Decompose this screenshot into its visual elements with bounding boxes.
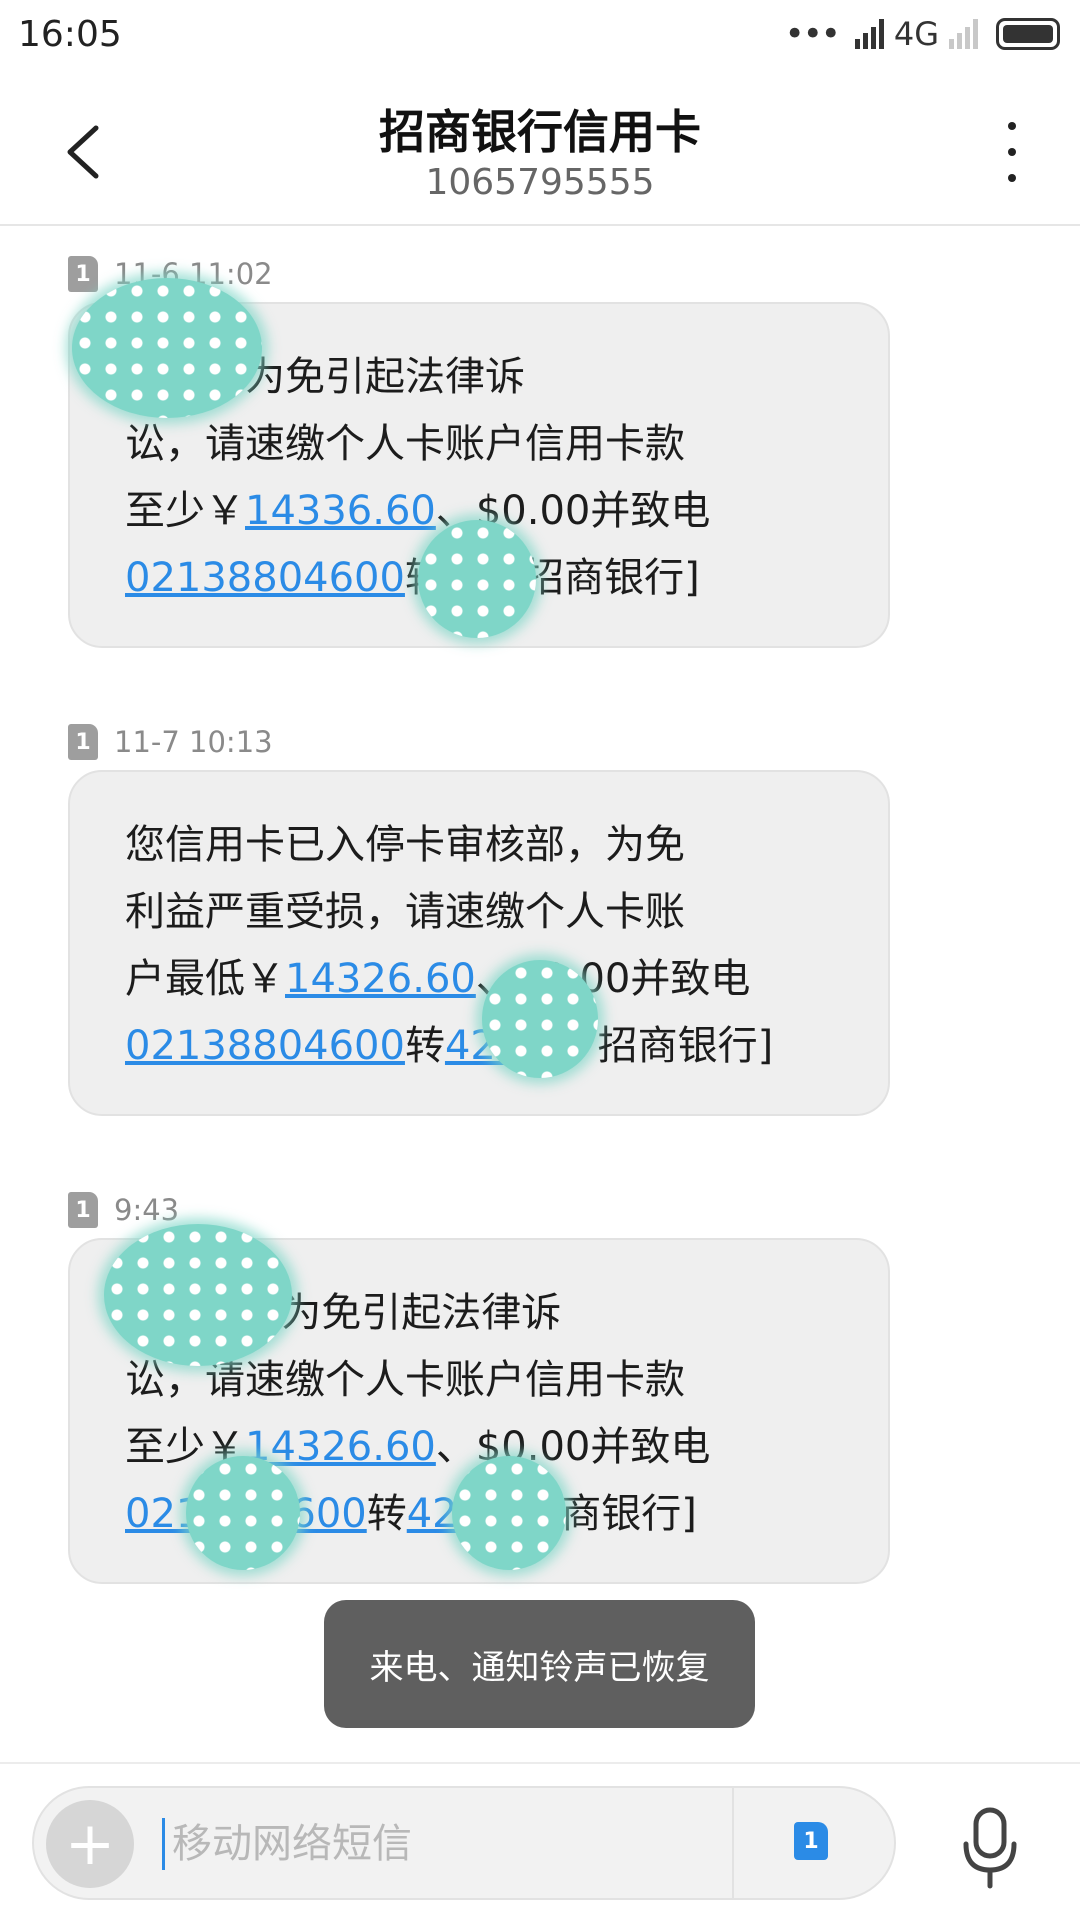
status-bar: 16:05 ••• 4G <box>0 0 1080 76</box>
status-time: 16:05 <box>18 14 122 55</box>
message-link[interactable]: 14326.60 <box>245 1424 436 1470</box>
contact-name: 招商银行信用卡 <box>379 105 701 159</box>
redaction-mark <box>104 1224 292 1366</box>
message-text: 至少￥ <box>125 488 245 534</box>
message-line: 利益严重受损，请速缴个人卡账 <box>125 879 848 946</box>
more-options-icon[interactable] <box>1002 122 1022 182</box>
sim-card-icon: 1 <box>68 256 98 292</box>
contact-number: 1065795555 <box>425 162 655 203</box>
redaction-mark <box>482 960 598 1078</box>
message-link[interactable]: 02138804600 <box>125 1023 405 1069</box>
more-notifications-icon: ••• <box>784 14 841 54</box>
composer-divider <box>732 1788 734 1898</box>
redaction-mark <box>452 1456 566 1570</box>
message-text: 您信用卡已入停卡审核部，为免 <box>125 822 685 868</box>
message-text: 、$0.00并致电 <box>435 1424 711 1470</box>
text-cursor <box>162 1818 165 1870</box>
message-input[interactable] <box>170 1812 734 1876</box>
message-text: 转 <box>366 1491 407 1537</box>
signal-strength-secondary-icon <box>949 19 978 49</box>
message-link[interactable]: 02138804600 <box>125 555 405 601</box>
message-item: 1 11-7 10:13 您信用卡已入停卡审核部，为免 利益严重受损，请速缴个人卡账户… <box>68 722 890 1116</box>
add-attachment-icon[interactable]: + <box>46 1800 134 1888</box>
message-line: 讼，请速缴个人卡账户信用卡款 <box>125 411 848 478</box>
battery-icon <box>996 18 1060 50</box>
sim-select-icon[interactable]: 1 <box>794 1822 828 1860</box>
message-link[interactable]: 14326.60 <box>285 956 476 1002</box>
message-text: 户最低￥ <box>125 956 285 1002</box>
toast-notification: 来电、通知铃声已恢复 <box>324 1600 755 1728</box>
message-meta: 1 11-7 10:13 <box>68 722 890 762</box>
message-link[interactable]: 42 <box>407 1491 458 1537</box>
sim-card-icon: 1 <box>68 724 98 760</box>
message-timestamp: 9:43 <box>114 1193 180 1227</box>
message-text: 转 <box>404 1023 445 1069</box>
message-bubble[interactable]: 您信用卡已入停卡审核部，为免 利益严重受损，请速缴个人卡账 户最低￥14326.60… <box>68 770 890 1116</box>
redaction-mark <box>72 278 262 418</box>
conversation-header: 招商银行信用卡 1065795555 <box>0 76 1080 226</box>
message-line: 您信用卡已入停卡审核部，为免 <box>125 812 848 879</box>
redaction-mark <box>418 520 536 638</box>
message-link[interactable]: 14336.60 <box>245 488 436 534</box>
message-timestamp: 11-7 10:13 <box>114 725 273 759</box>
sim-card-icon: 1 <box>68 1192 98 1228</box>
network-type: 4G <box>893 15 939 53</box>
status-icons: ••• 4G <box>785 14 1060 54</box>
microphone-icon[interactable] <box>958 1806 1022 1890</box>
message-text: 讼，请速缴个人卡账户信用卡款 <box>125 421 685 467</box>
redaction-mark <box>186 1456 300 1570</box>
message-text: 利益严重受损，请速缴个人卡账 <box>125 889 685 935</box>
message-composer: + 1 <box>32 1786 896 1900</box>
signal-strength-icon <box>854 19 884 49</box>
compose-bar: + 1 <box>0 1762 1080 1922</box>
